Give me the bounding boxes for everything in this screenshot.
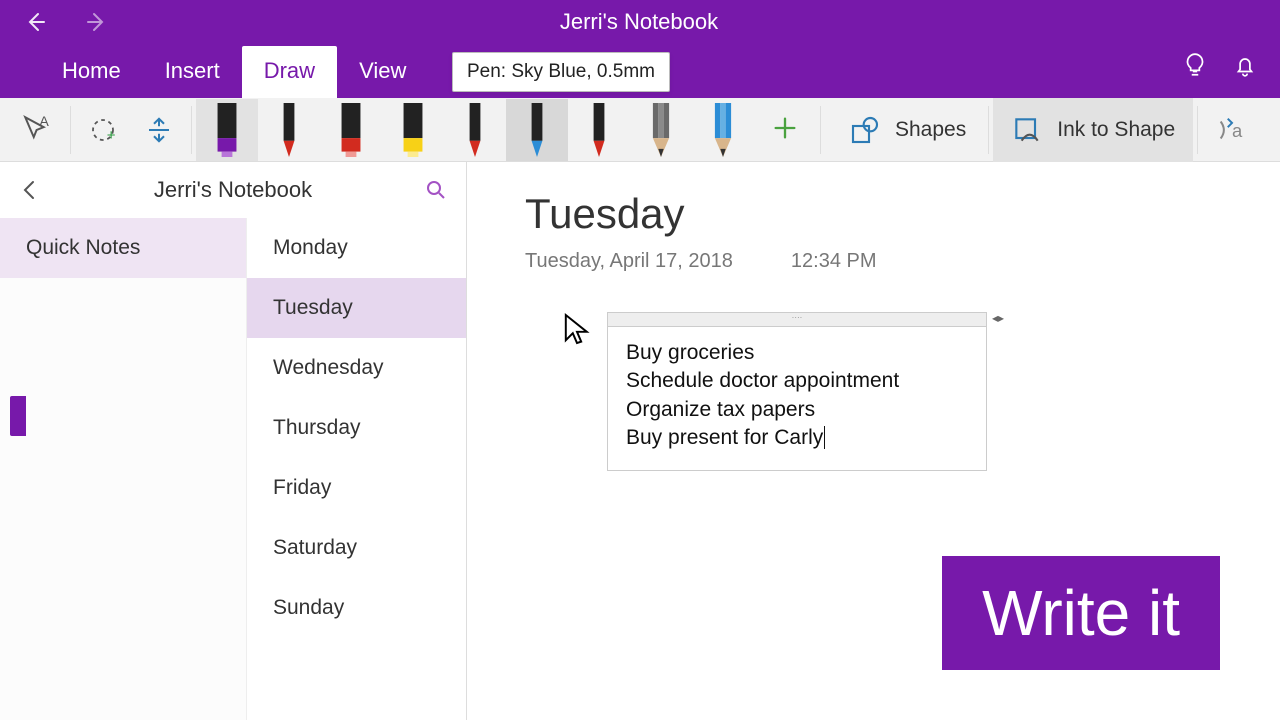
tips-icon[interactable] [1182, 52, 1208, 78]
note-container[interactable]: ····◂▸ Buy groceries Schedule doctor app… [607, 312, 987, 471]
section-item[interactable]: Quick Notes [0, 218, 246, 278]
pen-sky-blue[interactable] [506, 99, 568, 161]
page-time: 12:34 PM [791, 250, 877, 273]
notebook-back-button[interactable] [18, 178, 42, 202]
note-line[interactable]: Organize tax papers [626, 396, 968, 424]
draw-toolbar: A + [0, 98, 1280, 162]
ink-to-shape-button[interactable]: Ink to Shape [993, 98, 1193, 162]
ink-to-shape-label: Ink to Shape [1057, 118, 1175, 142]
note-line[interactable]: Buy present for Carly [626, 424, 968, 452]
page-item[interactable]: Thursday [247, 398, 466, 458]
app-title: Jerri's Notebook [108, 9, 1170, 35]
titlebar: Jerri's Notebook [0, 0, 1280, 44]
notebook-name[interactable]: Jerri's Notebook [42, 177, 424, 203]
note-drag-handle[interactable]: ····◂▸ [608, 313, 986, 327]
page-title[interactable]: Tuesday [525, 190, 1280, 238]
nav-back-button[interactable] [24, 10, 48, 34]
note-body[interactable]: Buy groceries Schedule doctor appointmen… [608, 327, 986, 470]
section-color-tab[interactable] [10, 396, 26, 436]
ink-to-text-button[interactable]: a [1202, 102, 1262, 158]
page-item[interactable]: Wednesday [247, 338, 466, 398]
pen-tooltip: Pen: Sky Blue, 0.5mm [452, 52, 670, 92]
tab-view[interactable]: View [337, 46, 428, 98]
pen-highlighter-yellow[interactable] [382, 99, 444, 161]
svg-text:a: a [1232, 120, 1243, 141]
note-line[interactable]: Buy groceries [626, 339, 968, 367]
svg-text:A: A [39, 113, 49, 129]
pen-highlighter-purple[interactable] [196, 99, 258, 161]
tab-draw[interactable]: Draw [242, 46, 337, 98]
shapes-button[interactable]: Shapes [825, 98, 984, 162]
page-canvas[interactable]: Tuesday Tuesday, April 17, 2018 12:34 PM… [467, 162, 1280, 720]
page-item[interactable]: Monday [247, 218, 466, 278]
pen-highlighter-red[interactable] [320, 99, 382, 161]
page-date: Tuesday, April 17, 2018 [525, 250, 733, 273]
page-item[interactable]: Sunday [247, 578, 466, 638]
nav-forward-button[interactable] [84, 10, 108, 34]
text-select-tool[interactable]: A [10, 102, 66, 158]
shapes-label: Shapes [895, 118, 966, 142]
pen-red-3[interactable] [568, 99, 630, 161]
add-pen-button[interactable] [754, 99, 816, 161]
search-button[interactable] [424, 178, 448, 202]
svg-text:+: + [107, 127, 116, 144]
notifications-icon[interactable] [1232, 52, 1258, 78]
page-item[interactable]: Friday [247, 458, 466, 518]
pages-list: Monday Tuesday Wednesday Thursday Friday… [246, 218, 466, 720]
ribbon-tabs: Home Insert Draw View Pen: Sky Blue, 0.5… [0, 44, 1280, 98]
pen-gallery [196, 99, 816, 161]
sidebar: Jerri's Notebook Quick Notes Monday Tues… [0, 162, 467, 720]
pencil-gray[interactable] [630, 99, 692, 161]
lasso-select-tool[interactable]: + [75, 102, 131, 158]
tab-insert[interactable]: Insert [143, 46, 242, 98]
pen-red-1[interactable] [258, 99, 320, 161]
tab-home[interactable]: Home [40, 46, 143, 98]
pen-red-2[interactable] [444, 99, 506, 161]
page-item[interactable]: Tuesday [247, 278, 466, 338]
insert-space-tool[interactable] [131, 102, 187, 158]
pencil-blue[interactable] [692, 99, 754, 161]
note-resize-handle[interactable]: ◂▸ [992, 311, 1004, 325]
page-item[interactable]: Saturday [247, 518, 466, 578]
note-line[interactable]: Schedule doctor appointment [626, 367, 968, 395]
sections-list: Quick Notes [0, 218, 246, 720]
overlay-banner: Write it [942, 556, 1220, 670]
